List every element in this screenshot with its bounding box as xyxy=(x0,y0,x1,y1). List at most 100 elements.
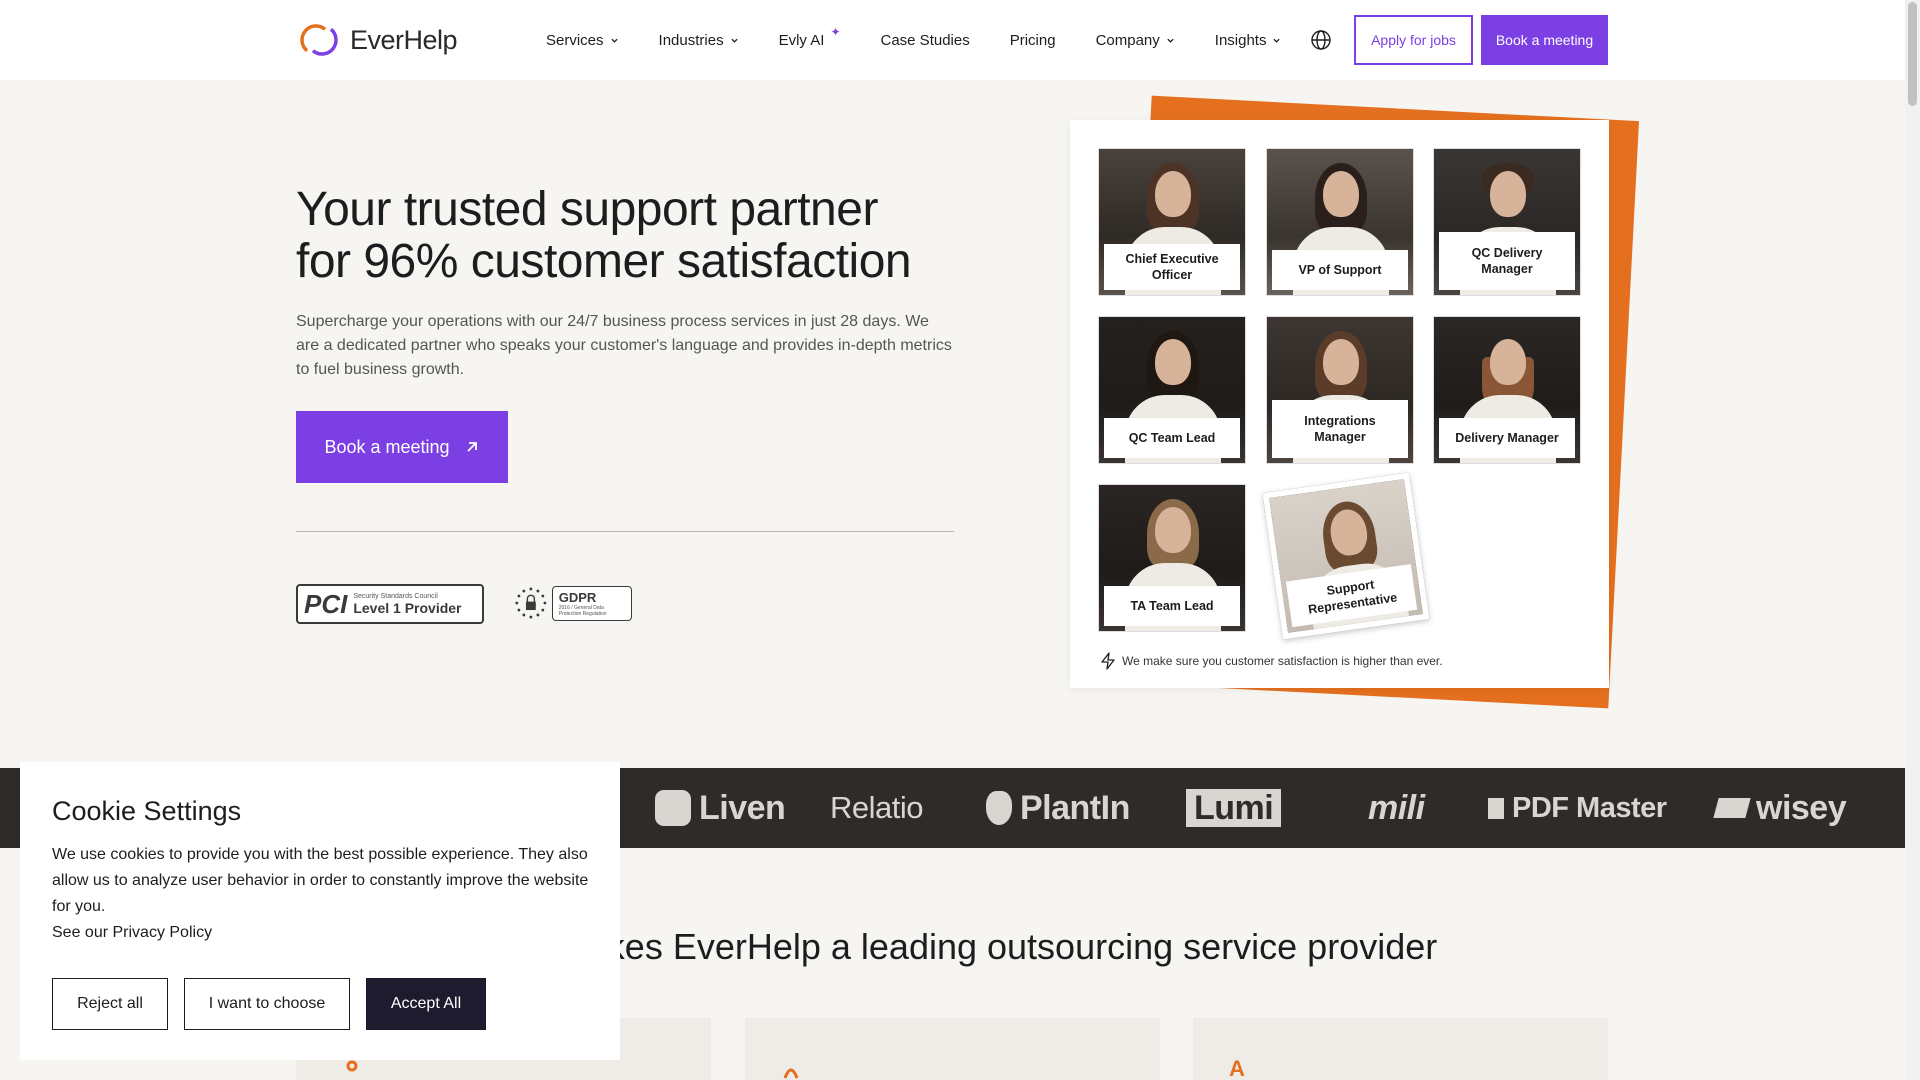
feature-icon xyxy=(346,1060,358,1072)
client-logo-relatio-text: Relatio xyxy=(830,790,924,825)
nav-evly-ai[interactable]: Evly AI ✦ xyxy=(778,25,841,49)
team-role-label: QC Team Lead xyxy=(1104,418,1240,458)
gdpr-title: GDPR xyxy=(558,589,597,605)
main-nav: Services Industries Evly AI ✦ Case Studi… xyxy=(546,0,1321,80)
photo-face xyxy=(1155,507,1191,553)
wisey-icon xyxy=(1713,798,1751,818)
client-logo-wisey-text: wisey xyxy=(1756,788,1847,827)
photo-face xyxy=(1490,339,1526,385)
nav-insights[interactable]: Insights xyxy=(1215,32,1282,49)
nav-company[interactable]: Company xyxy=(1096,32,1175,49)
cookie-description: We use cookies to provide you with the b… xyxy=(52,846,589,915)
logo-mark-icon xyxy=(300,24,338,56)
hero-title-line1: Your trusted support partner xyxy=(296,183,878,236)
nav-services[interactable]: Services xyxy=(546,32,619,49)
team-role-label: TA Team Lead xyxy=(1104,586,1240,626)
privacy-policy-prefix: See our xyxy=(52,924,113,941)
team-photo: TA Team Lead xyxy=(1098,484,1246,632)
client-logo-relatio: Relatio xyxy=(830,786,924,830)
chevron-down-icon xyxy=(1273,38,1281,43)
nav-case-studies[interactable]: Case Studies xyxy=(881,32,970,49)
nav-pricing-label: Pricing xyxy=(1009,31,1056,49)
team-photo: Delivery Manager xyxy=(1433,316,1581,464)
hero-cta-label: Book a meeting xyxy=(324,436,450,457)
site-header: EverHelp Services Industries Evly AI ✦ C… xyxy=(0,0,1905,80)
translate-icon: A xyxy=(1229,1056,1245,1080)
gdpr-label-box: GDPR 2016 / General Data Protection Regu… xyxy=(551,585,632,621)
scrollbar-thumb[interactable] xyxy=(1908,2,1917,106)
team-role-label: VP of Support xyxy=(1272,250,1408,290)
client-logo-liven-text: Liven xyxy=(699,788,786,827)
photo-face xyxy=(1155,171,1191,217)
hero-title: Your trusted support partner for 96% cus… xyxy=(296,184,996,288)
nav-services-label: Services xyxy=(546,31,604,49)
nav-evly-ai-label: Evly AI xyxy=(778,31,825,49)
client-logo-plantin: PlantIn xyxy=(986,786,1130,830)
satisfaction-note: We make sure you customer satisfaction i… xyxy=(1100,652,1443,670)
team-photo: QC Team Lead xyxy=(1098,316,1246,464)
client-logo-pdf-master-text: PDF Master xyxy=(1512,791,1667,824)
photo-face xyxy=(1155,339,1191,385)
team-role-label: Delivery Manager xyxy=(1439,418,1575,458)
team-photo: Support Representative xyxy=(1262,472,1430,640)
team-photo: Integrations Manager xyxy=(1266,316,1414,464)
client-logo-liven: Liven xyxy=(655,786,786,830)
i-want-to-choose-button[interactable]: I want to choose xyxy=(184,978,350,1030)
client-logo-lumi-text: Lumi xyxy=(1194,788,1274,827)
hero-book-meeting-button[interactable]: Book a meeting xyxy=(296,411,508,483)
cookie-title: Cookie Settings xyxy=(52,796,242,826)
photo-face xyxy=(1323,339,1359,385)
team-role-label: Chief Executive Officer xyxy=(1104,244,1240,290)
team-role-label: QC Delivery Manager xyxy=(1439,232,1575,290)
plantin-leaf-icon xyxy=(986,791,1012,825)
arrow-up-right-icon xyxy=(466,442,477,452)
team-photo: VP of Support xyxy=(1266,148,1414,296)
feature-icon xyxy=(783,1068,799,1079)
hero-description: Supercharge your operations with our 24/… xyxy=(296,313,952,378)
team-photo: Chief Executive Officer xyxy=(1098,148,1246,296)
hero-divider xyxy=(296,531,954,532)
client-logo-mili: mili xyxy=(1368,786,1425,830)
reject-all-button[interactable]: Reject all xyxy=(52,978,168,1030)
client-logo-wisey: wisey xyxy=(1713,786,1847,830)
nav-company-label: Company xyxy=(1095,31,1160,49)
cookie-settings-panel: Cookie Settings We use cookies to provid… xyxy=(20,762,620,1060)
logo-text: EverHelp xyxy=(350,24,458,55)
gdpr-stars-lock-icon xyxy=(515,587,547,619)
globe-icon[interactable] xyxy=(1310,29,1332,51)
chevron-down-icon xyxy=(1167,38,1174,43)
privacy-policy-link[interactable]: Privacy Policy xyxy=(112,924,212,941)
client-logo-lumi: Lumi xyxy=(1186,788,1282,827)
satisfaction-note-text: We make sure you customer satisfaction i… xyxy=(1122,654,1443,668)
gdpr-subtitle: 2016 / General Data Protection Regulatio… xyxy=(558,604,607,617)
page-scrollbar[interactable] xyxy=(1905,0,1920,1080)
document-icon xyxy=(1488,797,1504,819)
gdpr-badge: GDPR 2016 / General Data Protection Regu… xyxy=(514,578,632,628)
hero-title-line2: for 96% customer satisfaction xyxy=(296,235,912,288)
chevron-down-icon xyxy=(610,38,618,43)
header-book-meeting-button[interactable]: Book a meeting xyxy=(1481,15,1608,65)
nav-insights-label: Insights xyxy=(1214,31,1267,49)
photo-face xyxy=(1490,171,1526,217)
everhelp-logo[interactable]: EverHelp xyxy=(296,22,458,58)
pci-level: Level 1 Provider xyxy=(353,599,462,616)
pci-council: Security Standards Council xyxy=(353,592,438,600)
client-logo-pdf-master: PDF Master xyxy=(1488,786,1667,830)
pci-badge: PCI Security Standards Council Level 1 P… xyxy=(296,584,484,624)
team-photo: QC Delivery Manager xyxy=(1433,148,1581,296)
client-logo-mili-text: mili xyxy=(1368,788,1425,827)
liven-icon xyxy=(655,790,691,826)
privacy-policy-line: See our Privacy Policy xyxy=(52,924,212,942)
nav-case-studies-label: Case Studies xyxy=(880,31,970,49)
client-logo-plantin-text: PlantIn xyxy=(1020,788,1130,827)
pci-mark: PCI xyxy=(304,588,348,619)
team-role-label: Integrations Manager xyxy=(1272,400,1408,458)
apply-for-jobs-button[interactable]: Apply for jobs xyxy=(1354,15,1473,65)
feature-card xyxy=(745,1018,1160,1080)
nav-pricing[interactable]: Pricing xyxy=(1010,32,1056,49)
photo-face xyxy=(1323,171,1359,217)
nav-industries[interactable]: Industries xyxy=(659,32,739,49)
accept-all-button[interactable]: Accept All xyxy=(366,978,486,1030)
nav-industries-label: Industries xyxy=(658,31,724,49)
feature-card: A xyxy=(1193,1018,1608,1080)
